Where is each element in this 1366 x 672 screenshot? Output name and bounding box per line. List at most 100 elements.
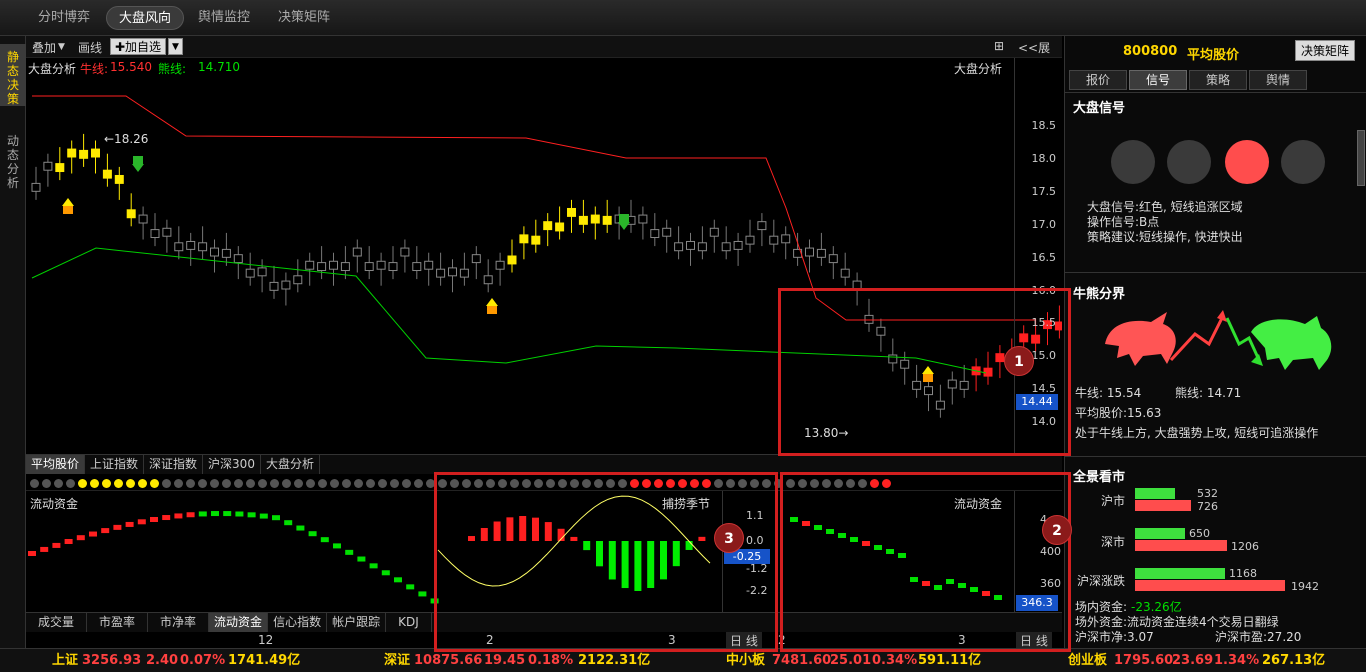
signal-dot <box>282 478 291 488</box>
flow-segment <box>162 515 171 521</box>
side-tab-dynamic[interactable]: 动态分析 <box>0 128 26 190</box>
season-bar <box>647 541 655 588</box>
indicator-panels: 流动资金 捕捞季节 流动资金 1.1 0.0 -1.2 -2.2 -0.25 4… <box>26 490 1062 613</box>
current-price-box: 14.44 <box>1016 394 1058 410</box>
period-button[interactable]: 日 线 <box>1016 632 1052 649</box>
time-label: 2 <box>486 633 494 647</box>
candle-body <box>888 354 898 364</box>
signal-dot <box>42 478 51 488</box>
signal-dot <box>750 478 759 488</box>
candle-body <box>590 214 600 224</box>
tab-time-game[interactable]: 分时博弈 <box>26 6 102 30</box>
flow-segment <box>333 543 341 549</box>
ind-tab-flow[interactable]: 流动资金 <box>209 613 269 632</box>
signal-dot <box>138 478 147 488</box>
season-bar <box>621 541 629 589</box>
signal-dot <box>438 478 447 488</box>
ind-tab-volume[interactable]: 成交量 <box>26 613 88 632</box>
bar-label: 沪深涨跌 <box>1077 574 1126 588</box>
candle-body <box>55 163 65 173</box>
flow2-segment <box>934 585 942 590</box>
signal-dot <box>702 478 711 488</box>
bar-label: 深市 <box>1101 535 1126 549</box>
signal-light-red <box>1225 140 1269 184</box>
indicator-chart[interactable] <box>26 491 1062 613</box>
panel-scrollbar[interactable] <box>1357 130 1365 186</box>
candle-body <box>174 242 184 252</box>
candle-body <box>114 174 124 184</box>
candle-body <box>507 255 517 265</box>
ind-tab-pe[interactable]: 市盈率 <box>87 613 149 632</box>
candle-body <box>221 248 231 258</box>
ytick: 17.0 <box>1031 218 1057 231</box>
pe-text: 沪深市盈:27.20 <box>1215 630 1302 644</box>
ind-tab-kdj[interactable]: KDJ <box>386 613 432 632</box>
flow-segment <box>28 551 36 556</box>
kline-chart[interactable] <box>26 58 1062 454</box>
candle-body <box>364 262 374 272</box>
flow2-segment <box>850 537 858 542</box>
period-left-button[interactable]: 日 线 <box>726 632 762 649</box>
divider <box>1065 456 1366 457</box>
overlay-button[interactable]: 叠加 <box>32 39 56 56</box>
ytick: 15.5 <box>1031 316 1057 329</box>
candle-body <box>947 379 957 389</box>
bull-line-info: 牛线: 15.54 <box>1075 386 1142 400</box>
down-arrow-icon <box>1225 317 1261 361</box>
signal-dot <box>534 478 543 488</box>
status-sme-amount: 591.11亿 <box>918 653 982 668</box>
tab-decision-matrix[interactable]: 决策矩阵 <box>266 6 342 30</box>
candle-body <box>91 148 100 158</box>
candle-body <box>340 262 350 272</box>
ind-tab-account[interactable]: 帐户跟踪 <box>327 613 387 632</box>
subtab-avg-price[interactable]: 平均股价 <box>26 455 86 474</box>
avg-price-info: 平均股价:15.63 <box>1075 406 1162 420</box>
signal-dot <box>102 478 111 488</box>
status-sh-name: 上证 <box>52 653 79 668</box>
flow2-segment <box>982 591 990 596</box>
signal-dot <box>462 478 471 488</box>
side-tab-static[interactable]: 静态决策 <box>0 44 26 106</box>
signal-dot <box>498 478 507 488</box>
right-info-panel: 800800 平均股价 决策矩阵 报价 信号 策略 舆情 大盘信号 大盘信号:红… <box>1064 36 1366 648</box>
status-sz-change: 19.45 <box>484 653 526 668</box>
ind-tab-pb[interactable]: 市净率 <box>148 613 210 632</box>
signal-dot <box>402 478 411 488</box>
subtab-hs300[interactable]: 沪深300 <box>203 455 261 474</box>
right-tab-quote[interactable]: 报价 <box>1069 70 1127 90</box>
right-tab-signal[interactable]: 信号 <box>1129 70 1187 90</box>
candle-body <box>67 148 77 158</box>
add-watchlist-dropdown-icon[interactable]: ▼ <box>168 38 183 55</box>
signal-dot <box>870 478 879 488</box>
subtab-sh-index[interactable]: 上证指数 <box>85 455 145 474</box>
signal-dot <box>594 478 603 488</box>
grid-layout-icon[interactable]: ⊞ <box>994 39 1004 53</box>
flow-segment <box>418 591 427 597</box>
overlay-dropdown-icon[interactable]: ▼ <box>58 42 65 52</box>
tab-sentiment[interactable]: 舆情监控 <box>186 6 262 30</box>
right-tab-strategy[interactable]: 策略 <box>1189 70 1247 90</box>
decision-matrix-button[interactable]: 决策矩阵 <box>1295 40 1356 61</box>
season-ytick: -2.2 <box>746 584 768 597</box>
flow2-value-box: 346.3 <box>1016 595 1058 611</box>
status-sz-value: 10875.66 <box>414 653 483 668</box>
add-watchlist-button[interactable]: ✚加自选 <box>110 38 167 55</box>
candle-body <box>876 326 886 336</box>
bear-line <box>31 247 987 374</box>
subtab-sz-index[interactable]: 深证指数 <box>144 455 204 474</box>
subtab-market-analysis[interactable]: 大盘分析 <box>261 455 320 474</box>
signal-dot <box>762 478 771 488</box>
draw-line-button[interactable]: 画线 <box>78 39 102 56</box>
bull-line <box>32 95 1036 321</box>
flow-segment <box>174 513 183 519</box>
flow-segment <box>40 546 49 552</box>
signal-text: 大盘信号:红色, 短线追涨区域 操作信号:B点 策略建议:短线操作, 快进快出 <box>1087 200 1243 245</box>
signal-dot <box>798 478 807 488</box>
right-tab-sentiment[interactable]: 舆情 <box>1249 70 1307 90</box>
signal-light-off <box>1111 140 1155 184</box>
candle-body <box>519 234 529 244</box>
indicator-tabs: 成交量 市盈率 市净率 流动资金 信心指数 帐户跟踪 KDJ <box>26 612 1062 632</box>
status-sme-name: 中小板 <box>726 653 766 668</box>
tab-market-trend[interactable]: 大盘风向 <box>106 6 185 30</box>
ind-tab-confidence[interactable]: 信心指数 <box>268 613 328 632</box>
